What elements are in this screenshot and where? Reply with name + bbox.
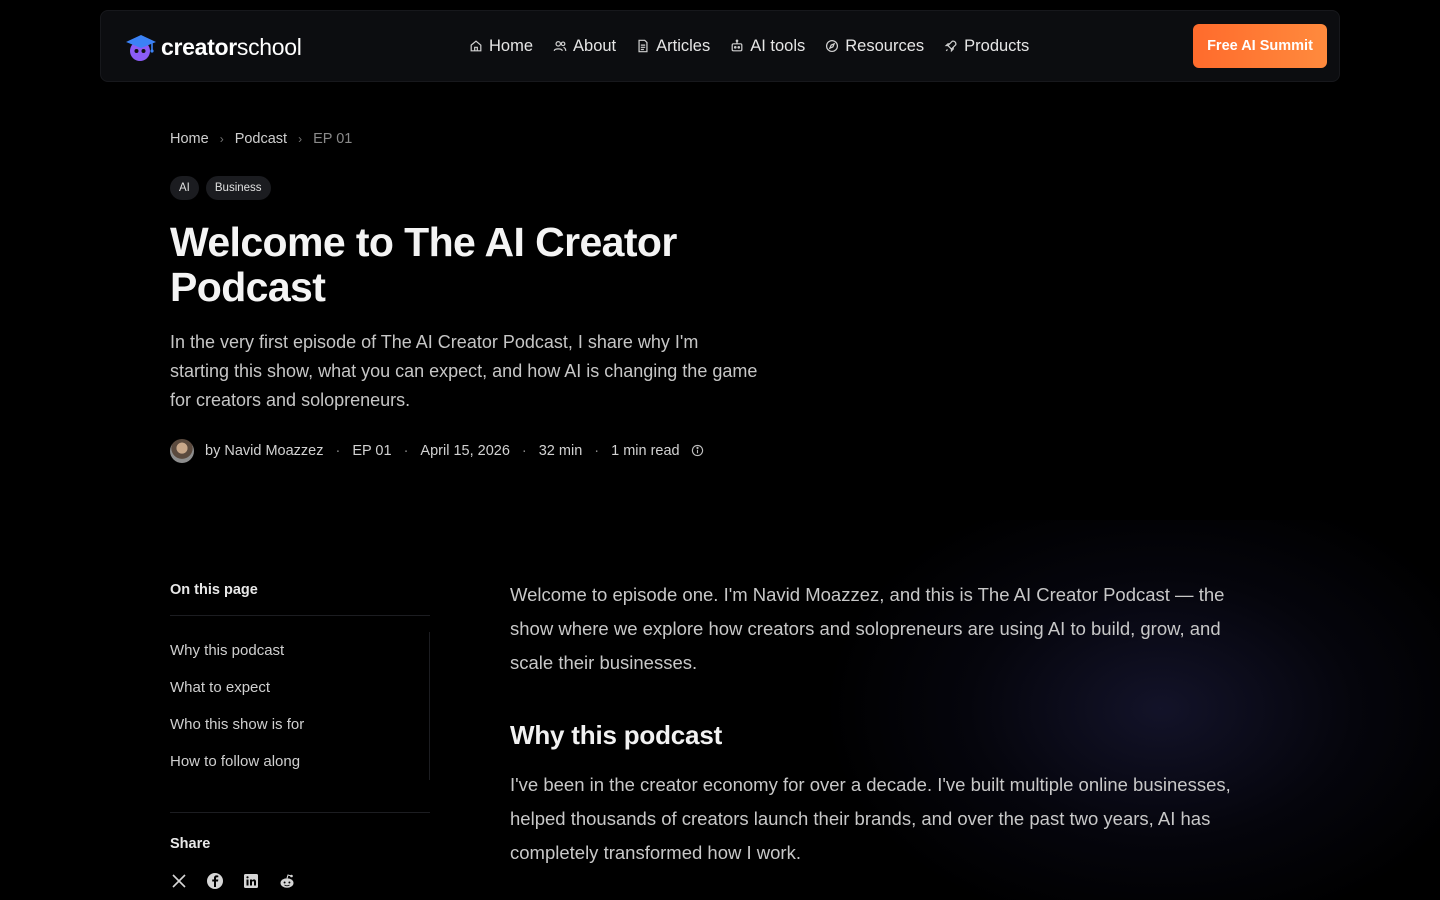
author-avatar [170, 438, 194, 463]
meta-separator: · [403, 442, 409, 459]
breadcrumb-current: EP 01 [313, 131, 353, 147]
tag-business[interactable]: Business [205, 176, 271, 200]
meta-separator: · [521, 442, 527, 459]
article-intro: Welcome to episode one. I'm Navid Moazze… [510, 584, 1225, 673]
compass-icon [826, 39, 839, 53]
nav-item-label: Products [964, 36, 1030, 55]
section-heading-why-this-podcast: Why this podcast [510, 720, 723, 750]
nav-item-ai-tools[interactable]: AI tools [730, 33, 805, 59]
x-icon[interactable] [170, 872, 188, 890]
episode-duration: 32 min [538, 442, 583, 459]
breadcrumb-podcast-link[interactable]: Podcast [235, 131, 287, 147]
nav-item-label: AI tools [750, 36, 806, 55]
episode-number: EP 01 [352, 442, 392, 459]
page-title: Welcome to The AI Creator Podcast [170, 219, 677, 310]
nav-item-label: Resources [845, 36, 925, 55]
logo[interactable]: creatorschool [125, 29, 302, 65]
top-navbar: creatorschool Home About Articles AI too… [100, 10, 1340, 82]
linkedin-icon[interactable] [242, 872, 260, 890]
episode-meta: by Navid Moazzez · EP 01 · April 15, 202… [170, 438, 704, 463]
author-name: by Navid Moazzez [205, 442, 324, 459]
breadcrumb-home-link[interactable]: Home [170, 131, 209, 147]
toc-item-who-this-show-is-for[interactable]: Who this show is for [170, 706, 429, 743]
share-icons [170, 872, 296, 890]
logo-text: creatorschool [161, 33, 302, 60]
reddit-icon[interactable] [278, 872, 296, 890]
page-lead: In the very first episode of The AI Crea… [170, 332, 758, 410]
toc-item-how-to-follow-along[interactable]: How to follow along [170, 743, 429, 780]
home-icon [470, 40, 482, 52]
chevron-right-icon: › [298, 132, 303, 146]
meta-separator: · [335, 442, 341, 459]
article-body: Welcome to episode one. I'm Navid Moazze… [510, 578, 1240, 870]
tag-list: AI Business [170, 176, 271, 200]
facebook-icon[interactable] [206, 872, 224, 890]
toc-title: On this page [170, 582, 258, 598]
rocket-icon [944, 40, 957, 53]
meta-separator: · [594, 442, 600, 459]
tag-ai[interactable]: AI [170, 176, 199, 200]
info-icon[interactable] [691, 444, 704, 457]
graduation-cap-logo-icon [126, 35, 156, 61]
nav-item-products[interactable]: Products [944, 33, 1029, 59]
publish-date: April 15, 2026 [420, 442, 510, 459]
toc-list: Why this podcast What to expect Who this… [170, 632, 430, 780]
toc-item-what-to-expect[interactable]: What to expect [170, 669, 429, 706]
nav-item-resources[interactable]: Resources [825, 33, 924, 59]
toc-divider [170, 615, 430, 616]
share-divider [170, 812, 430, 813]
users-icon [553, 41, 567, 52]
breadcrumb: Home › Podcast › EP 01 [170, 131, 352, 147]
nav-item-label: Articles [656, 36, 711, 55]
section-paragraph: I've been in the creator economy for ove… [510, 774, 1231, 863]
share-title: Share [170, 836, 211, 852]
nav-item-label: Home [489, 36, 534, 55]
free-ai-summit-button[interactable]: Free AI Summit [1193, 24, 1327, 68]
toc-item-why-this-podcast[interactable]: Why this podcast [170, 632, 429, 669]
nav-item-label: About [573, 36, 617, 55]
nav-item-articles[interactable]: Articles [636, 33, 710, 59]
nav-item-about[interactable]: About [553, 33, 616, 59]
nav-item-home[interactable]: Home [469, 33, 533, 59]
robot-icon [731, 39, 743, 52]
read-time: 1 min read [611, 442, 680, 459]
main-menu: Home About Articles AI tools Resources P… [469, 33, 1029, 59]
document-icon [638, 39, 648, 53]
chevron-right-icon: › [219, 132, 224, 146]
